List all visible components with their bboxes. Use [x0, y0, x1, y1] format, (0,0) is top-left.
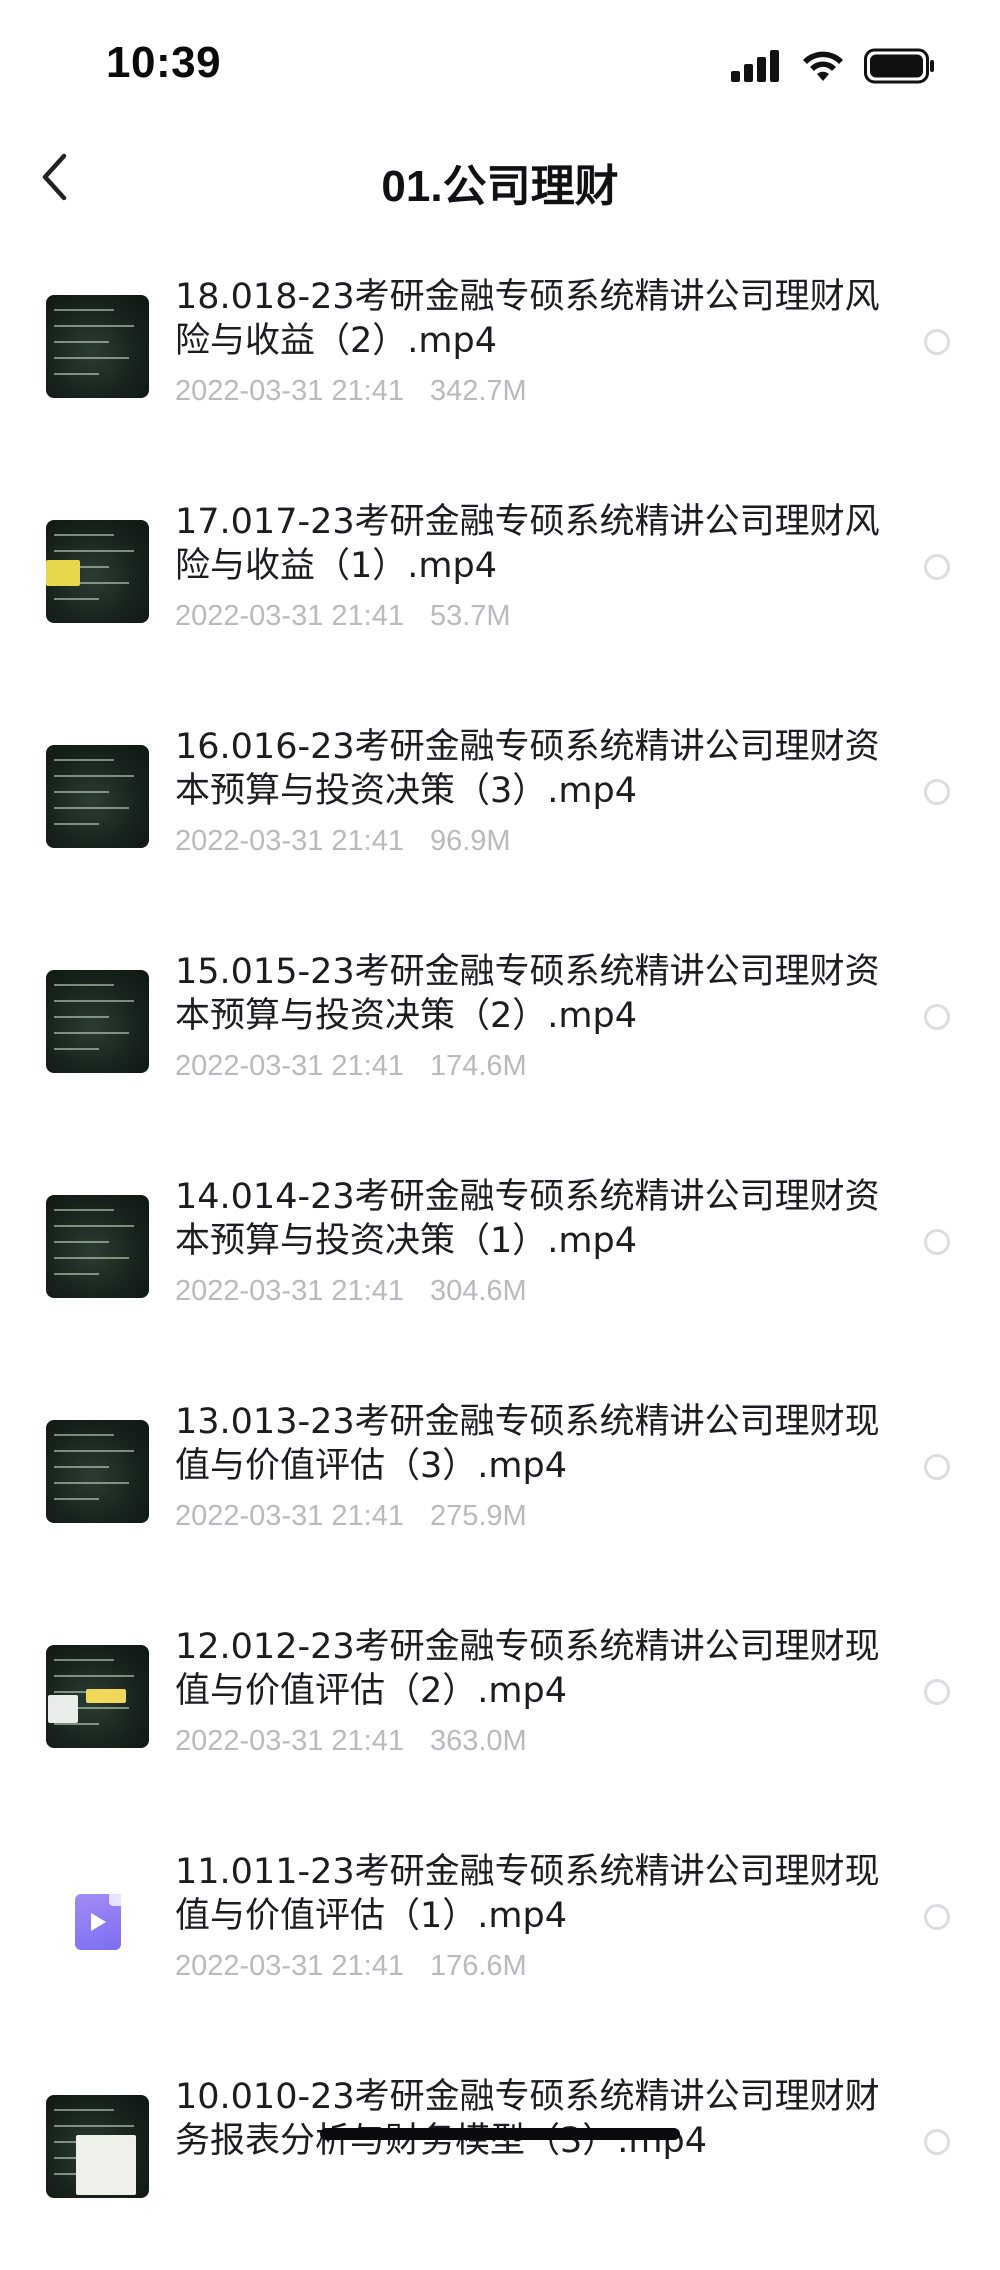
select-radio[interactable] — [924, 779, 950, 805]
file-list-item[interactable]: 12.012-23考研金融专硕系统精讲公司理财现值与价值评估（2）.mp4 202… — [0, 1595, 1000, 1820]
file-list: 18.018-23考研金融专硕系统精讲公司理财风险与收益（2）.mp4 2022-… — [0, 245, 1000, 2270]
select-radio[interactable] — [924, 1679, 950, 1705]
file-date: 2022-03-31 21:41 — [175, 1500, 404, 1532]
file-size: 275.9M — [429, 1500, 527, 1532]
wifi-icon — [800, 49, 846, 87]
file-title: 10.010-23考研金融专硕系统精讲公司理财财务报表分析与财务模型（3）.mp… — [175, 2077, 880, 2161]
home-indicator — [320, 2128, 680, 2140]
video-thumbnail — [46, 745, 149, 848]
file-date: 2022-03-31 21:41 — [175, 600, 404, 632]
file-title: 12.012-23考研金融专硕系统精讲公司理财现值与价值评估（2）.mp4 — [175, 1627, 880, 1711]
battery-icon — [864, 48, 936, 88]
file-size: 53.7M — [429, 600, 511, 632]
file-title: 16.016-23考研金融专硕系统精讲公司理财资本预算与投资决策（3）.mp4 — [175, 727, 880, 811]
file-list-item[interactable]: 15.015-23考研金融专硕系统精讲公司理财资本预算与投资决策（2）.mp4 2… — [0, 920, 1000, 1145]
file-title: 17.017-23考研金融专硕系统精讲公司理财风险与收益（1）.mp4 — [175, 502, 880, 586]
file-date: 2022-03-31 21:41 — [175, 1725, 404, 1757]
file-date: 2022-03-31 21:41 — [175, 825, 404, 857]
video-thumbnail — [46, 520, 149, 623]
file-meta: 2022-03-31 21:41 304.6M — [175, 1275, 527, 1308]
file-list-item[interactable]: 13.013-23考研金融专硕系统精讲公司理财现值与价值评估（3）.mp4 202… — [0, 1370, 1000, 1595]
select-radio[interactable] — [924, 2129, 950, 2155]
video-file-icon — [46, 1870, 149, 1973]
video-thumbnail — [46, 2095, 149, 2198]
select-radio[interactable] — [924, 1904, 950, 1930]
file-date: 2022-03-31 21:41 — [175, 375, 404, 407]
file-title: 18.018-23考研金融专硕系统精讲公司理财风险与收益（2）.mp4 — [175, 277, 880, 361]
file-meta: 2022-03-31 21:41 96.9M — [175, 825, 511, 858]
file-meta: 2022-03-31 21:41 53.7M — [175, 600, 511, 633]
status-bar: 10:39 — [0, 0, 1000, 120]
select-radio[interactable] — [924, 1454, 950, 1480]
file-list-item[interactable]: 14.014-23考研金融专硕系统精讲公司理财资本预算与投资决策（1）.mp4 2… — [0, 1145, 1000, 1370]
file-size: 304.6M — [429, 1275, 527, 1307]
file-size: 176.6M — [429, 1950, 527, 1982]
video-thumbnail — [46, 295, 149, 398]
video-thumbnail — [46, 1645, 149, 1748]
video-thumbnail — [46, 1195, 149, 1298]
file-list-item[interactable]: 16.016-23考研金融专硕系统精讲公司理财资本预算与投资决策（3）.mp4 2… — [0, 695, 1000, 920]
file-list-item[interactable]: 11.011-23考研金融专硕系统精讲公司理财现值与价值评估（1）.mp4 202… — [0, 1820, 1000, 2045]
status-time: 10:39 — [106, 38, 222, 87]
file-size: 96.9M — [429, 825, 511, 857]
file-size: 342.7M — [429, 375, 527, 407]
video-thumbnail — [46, 970, 149, 1073]
file-meta: 2022-03-31 21:41 342.7M — [175, 375, 527, 408]
file-date: 2022-03-31 21:41 — [175, 1275, 404, 1307]
signal-icon — [730, 49, 782, 87]
page-title: 01.公司理财 — [381, 162, 619, 211]
file-date: 2022-03-31 21:41 — [175, 1050, 404, 1082]
select-radio[interactable] — [924, 1004, 950, 1030]
video-thumbnail — [46, 1420, 149, 1523]
file-size: 174.6M — [429, 1050, 527, 1082]
file-meta: 2022-03-31 21:41 174.6M — [175, 1050, 527, 1083]
select-radio[interactable] — [924, 329, 950, 355]
file-title: 14.014-23考研金融专硕系统精讲公司理财资本预算与投资决策（1）.mp4 — [175, 1177, 880, 1261]
file-date: 2022-03-31 21:41 — [175, 1950, 404, 1982]
file-list-item[interactable]: 10.010-23考研金融专硕系统精讲公司理财财务报表分析与财务模型（3）.mp… — [0, 2045, 1000, 2270]
status-icons — [730, 48, 936, 88]
select-radio[interactable] — [924, 554, 950, 580]
select-radio[interactable] — [924, 1229, 950, 1255]
file-list-item[interactable]: 18.018-23考研金融专硕系统精讲公司理财风险与收益（2）.mp4 2022-… — [0, 245, 1000, 470]
file-meta: 2022-03-31 21:41 363.0M — [175, 1725, 527, 1758]
file-list-item[interactable]: 17.017-23考研金融专硕系统精讲公司理财风险与收益（1）.mp4 2022-… — [0, 470, 1000, 695]
file-title: 11.011-23考研金融专硕系统精讲公司理财现值与价值评估（1）.mp4 — [175, 1852, 880, 1936]
file-title: 15.015-23考研金融专硕系统精讲公司理财资本预算与投资决策（2）.mp4 — [175, 952, 880, 1036]
file-size: 363.0M — [429, 1725, 527, 1757]
file-title: 13.013-23考研金融专硕系统精讲公司理财现值与价值评估（3）.mp4 — [175, 1402, 880, 1486]
nav-bar: 01.公司理财 — [0, 120, 1000, 240]
file-meta: 2022-03-31 21:41 176.6M — [175, 1950, 527, 1983]
file-meta: 2022-03-31 21:41 275.9M — [175, 1500, 527, 1533]
